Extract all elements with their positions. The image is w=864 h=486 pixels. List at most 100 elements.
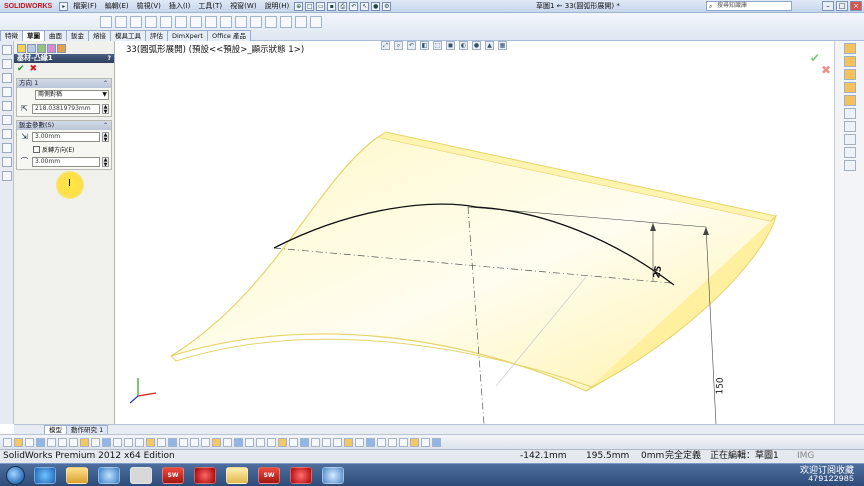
- bt-tool-icon[interactable]: [190, 437, 199, 447]
- tab-weldments[interactable]: 熔接: [88, 30, 111, 41]
- strip-tool-6-icon[interactable]: [2, 115, 12, 125]
- task-pane-custom-icon[interactable]: [843, 121, 856, 132]
- menu-edit[interactable]: 編輯(E): [101, 1, 133, 11]
- tab-surfaces[interactable]: 曲面: [44, 30, 67, 41]
- task-pane-search-icon[interactable]: [843, 82, 856, 93]
- strip-tool-4-icon[interactable]: [2, 87, 12, 97]
- dimension-150-label[interactable]: 150: [715, 377, 726, 395]
- collapse-icon[interactable]: ⌃: [103, 79, 108, 88]
- task-pane-resources-icon[interactable]: [843, 43, 856, 54]
- bt-tool-icon[interactable]: [47, 437, 56, 447]
- repair-tool-icon[interactable]: [280, 16, 292, 28]
- media-player-icon[interactable]: [98, 467, 120, 484]
- arc-tool-icon[interactable]: [145, 16, 157, 28]
- tab-sketch[interactable]: 草圖: [22, 30, 45, 41]
- bt-tool-icon[interactable]: [234, 437, 243, 447]
- bt-tool-icon[interactable]: [377, 437, 386, 447]
- bt-tool-icon[interactable]: [157, 437, 166, 447]
- tab-mold-tools[interactable]: 模具工具: [110, 30, 146, 41]
- task-pane-tool-10-icon[interactable]: [843, 160, 856, 171]
- view-settings-icon[interactable]: ▦: [498, 41, 507, 50]
- view-orientation-icon[interactable]: ⬚: [433, 41, 442, 50]
- thickness-input[interactable]: 3.00mm: [32, 132, 100, 142]
- options-icon[interactable]: ⚙: [382, 1, 392, 11]
- display-manager-icon[interactable]: [57, 44, 66, 53]
- reverse-direction-checkbox[interactable]: [33, 146, 40, 153]
- bt-tool-icon[interactable]: [245, 437, 254, 447]
- appearance-icon[interactable]: ●: [472, 41, 481, 50]
- strip-tool-7-icon[interactable]: [2, 129, 12, 139]
- bt-tool-icon[interactable]: [25, 437, 34, 447]
- menu-tools[interactable]: 工具(T): [194, 1, 226, 11]
- bt-tool-icon[interactable]: [135, 437, 144, 447]
- collapse-icon[interactable]: ⌃: [103, 121, 108, 130]
- maximize-button[interactable]: □: [836, 1, 848, 11]
- bend-radius-spinner[interactable]: ▲ ▼: [102, 157, 109, 168]
- task-pane-explorer-icon[interactable]: [843, 69, 856, 80]
- bend-radius-input[interactable]: 3.00mm: [32, 157, 100, 167]
- graphics-area[interactable]: 33(圓弧形展開) (預設<<預設>_顯示狀態 1>) 25 150 ⤢ ⌕ ↶…: [116, 41, 834, 424]
- screen-recorder-icon[interactable]: [194, 467, 216, 484]
- task-pane-library-icon[interactable]: [843, 56, 856, 67]
- bt-tool-icon[interactable]: [278, 437, 287, 447]
- bt-tool-icon[interactable]: [102, 437, 111, 447]
- end-condition-select[interactable]: 兩側對稱 ▼: [35, 90, 109, 100]
- scene-icon[interactable]: ▲: [485, 41, 494, 50]
- tab-dimxpert[interactable]: DimXpert: [167, 30, 208, 41]
- tab-evaluate[interactable]: 評估: [145, 30, 168, 41]
- depth-input[interactable]: 218.03819793mm: [32, 104, 100, 114]
- bt-tool-icon[interactable]: [311, 437, 320, 447]
- task-pane-palette-icon[interactable]: [843, 95, 856, 106]
- confirm-cancel-icon[interactable]: ✖: [821, 63, 831, 77]
- dimension-25-label[interactable]: 25: [652, 265, 664, 279]
- new-doc-icon[interactable]: □: [305, 1, 315, 11]
- bt-tool-icon[interactable]: [256, 437, 265, 447]
- depth-spinner[interactable]: ▲ ▼: [102, 104, 109, 115]
- rebuild-icon[interactable]: ●: [371, 1, 381, 11]
- strip-tool-9-icon[interactable]: [2, 157, 12, 167]
- zoom-area-icon[interactable]: ⌕: [394, 41, 403, 50]
- zoom-to-fit-icon[interactable]: ⤢: [381, 41, 390, 50]
- menu-file[interactable]: 檔案(F): [69, 1, 101, 11]
- bt-tool-icon[interactable]: [300, 437, 309, 447]
- select-icon[interactable]: ↖: [360, 1, 370, 11]
- display-style-icon[interactable]: ◼: [446, 41, 455, 50]
- bt-tool-icon[interactable]: [146, 437, 155, 447]
- sheet-metal-group-title[interactable]: 鈑金參數(S) ⌃: [17, 121, 111, 130]
- mirror-tool-icon[interactable]: [235, 16, 247, 28]
- bt-tool-icon[interactable]: [421, 437, 430, 447]
- bt-tool-icon[interactable]: [168, 437, 177, 447]
- offset-tool-icon[interactable]: [220, 16, 232, 28]
- spline-tool-icon[interactable]: [160, 16, 172, 28]
- bt-tool-icon[interactable]: [322, 437, 331, 447]
- sheet-metal-body[interactable]: [170, 136, 772, 392]
- bt-tool-icon[interactable]: [179, 437, 188, 447]
- file-explorer-icon[interactable]: [66, 467, 88, 484]
- tab-model[interactable]: 模型: [44, 425, 67, 434]
- strip-tool-10-icon[interactable]: [2, 171, 12, 181]
- bt-tool-icon[interactable]: [388, 437, 397, 447]
- open-folder-icon[interactable]: ▭: [316, 1, 326, 11]
- tab-sheet-metal[interactable]: 鈑金: [66, 30, 89, 41]
- search-input[interactable]: ⌕ 搜尋知識庫: [706, 1, 792, 11]
- save-icon[interactable]: ▪: [327, 1, 337, 11]
- bt-tool-icon[interactable]: [289, 437, 298, 447]
- task-pane-appearance-icon[interactable]: [843, 108, 856, 119]
- close-button[interactable]: ×: [850, 1, 862, 11]
- arrow-icon[interactable]: ▸: [59, 1, 69, 11]
- relations-tool-icon[interactable]: [265, 16, 277, 28]
- app-icon[interactable]: [130, 467, 152, 484]
- ok-check-icon[interactable]: ✔: [17, 65, 25, 74]
- pattern-tool-icon[interactable]: [250, 16, 262, 28]
- undo-icon[interactable]: ↶: [349, 1, 359, 11]
- bt-tool-icon[interactable]: [113, 437, 122, 447]
- feature-manager-icon[interactable]: [17, 44, 26, 53]
- strip-tool-2-icon[interactable]: [2, 59, 12, 69]
- bt-tool-icon[interactable]: [333, 437, 342, 447]
- pin-icon[interactable]: ⊕: [294, 1, 304, 11]
- internet-explorer-icon[interactable]: [34, 467, 56, 484]
- solidworks-icon[interactable]: SW: [258, 467, 280, 484]
- bt-tool-icon[interactable]: [212, 437, 221, 447]
- rapid-sketch-icon[interactable]: [310, 16, 322, 28]
- bt-tool-icon[interactable]: [91, 437, 100, 447]
